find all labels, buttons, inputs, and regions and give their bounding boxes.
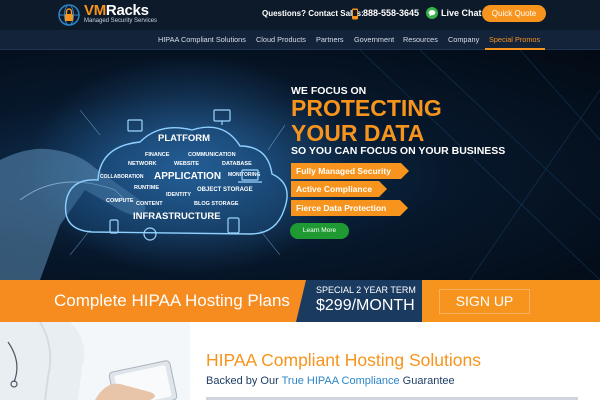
- logo-tagline: Managed Security Services: [84, 18, 158, 24]
- cloud-word-object-storage: OBJECT STORAGE: [197, 187, 253, 193]
- cloud-word-finance: FINANCE: [145, 152, 170, 158]
- hero-subheadline: SO YOU CAN FOCUS ON YOUR BUSINESS: [291, 145, 506, 157]
- cloud-word-identity: IDENTITY: [166, 192, 191, 198]
- phone-number[interactable]: 888-558-3645: [363, 8, 419, 18]
- top-bar: VMRacks Managed Security Services Questi…: [0, 0, 600, 30]
- cloud-word-collaboration: COLLABORATION: [100, 174, 144, 180]
- cloud-word-website: WEBSITE: [174, 161, 199, 167]
- cloud-word-content: CONTENT: [136, 201, 163, 207]
- cloud-word-platform: PLATFORM: [158, 133, 210, 144]
- cloud-word-network: NETWORK: [128, 161, 156, 167]
- nav-item-partners[interactable]: Partners: [316, 35, 344, 44]
- nav-item-government[interactable]: Government: [354, 35, 394, 44]
- logo[interactable]: VMRacks Managed Security Services: [56, 3, 166, 27]
- feature-ribbon-data-protection: Fierce Data Protection: [291, 200, 408, 216]
- nav-item-hipaa-solutions[interactable]: HIPAA Compliant Solutions: [158, 35, 246, 44]
- learn-more-button[interactable]: Learn More: [290, 223, 349, 239]
- hero-headline-1: PROTECTING: [291, 95, 442, 121]
- feature-ribbon-active-compliance: Active Compliance: [291, 181, 387, 197]
- cloud-word-application: APPLICATION: [154, 171, 221, 182]
- nav-item-resources[interactable]: Resources: [403, 35, 438, 44]
- hero-headline-2: YOUR DATA: [291, 120, 425, 146]
- true-hipaa-compliance-link[interactable]: True HIPAA Compliance: [282, 375, 400, 387]
- nav-item-cloud-products[interactable]: Cloud Products: [256, 35, 306, 44]
- promo-term: SPECIAL 2 YEAR TERM: [316, 285, 416, 295]
- content-section: HIPAA Compliant Hosting Solutions Backed…: [0, 322, 600, 400]
- cloud-word-database: DATABASE: [222, 161, 252, 167]
- promo-price: $299/MONTH: [316, 297, 415, 314]
- doctor-with-tablet-image: [0, 322, 190, 400]
- promo-headline: Complete HIPAA Hosting Plans: [54, 291, 290, 310]
- section-subtitle: Backed by Our True HIPAA Compliance Guar…: [206, 375, 455, 387]
- contact-label: Questions? Contact Sales:: [262, 9, 364, 18]
- nav-item-company[interactable]: Company: [448, 35, 479, 44]
- chat-icon: [426, 7, 438, 19]
- cloud-word-infrastructure: INFRASTRUCTURE: [133, 211, 221, 222]
- quick-quote-button[interactable]: Quick Quote: [482, 5, 546, 22]
- sign-up-button[interactable]: SIGN UP: [439, 289, 530, 314]
- section-body-text: [206, 395, 586, 400]
- live-chat-link[interactable]: Live Chat: [441, 8, 482, 18]
- logo-wordmark: VMRacks: [84, 2, 149, 19]
- cloud-word-communication: COMMUNICATION: [188, 152, 236, 158]
- cloud-word-blog-storage: BLOG STORAGE: [194, 201, 239, 207]
- cloud-word-monitoring: MONITORING: [228, 172, 261, 178]
- main-nav: HIPAA Compliant Solutions Cloud Products…: [0, 30, 600, 50]
- cloud-word-runtime: RUNTIME: [134, 185, 159, 191]
- feature-ribbon-managed-security: Fully Managed Security: [291, 163, 409, 179]
- cloud-word-compute: COMPUTE: [106, 198, 134, 204]
- hero-banner: PLATFORM FINANCE COMMUNICATION NETWORK W…: [0, 50, 600, 280]
- nav-item-special-promos[interactable]: Special Promos: [489, 35, 540, 44]
- section-title: HIPAA Compliant Hosting Solutions: [206, 350, 481, 370]
- phone-icon: [352, 8, 358, 20]
- lock-globe-icon: [58, 4, 80, 26]
